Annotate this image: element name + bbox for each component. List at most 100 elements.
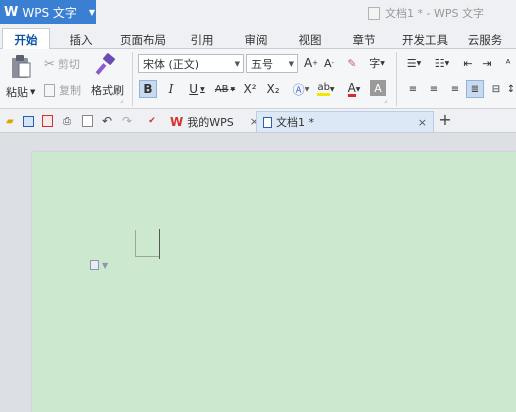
scissors-icon: ✂ bbox=[44, 56, 55, 72]
undo-icon[interactable]: ↶ bbox=[100, 114, 114, 128]
text-direction-button[interactable]: ᴬ bbox=[499, 54, 516, 72]
underline-button[interactable]: U ▼ bbox=[184, 80, 210, 98]
document-icon bbox=[368, 6, 380, 20]
doc-tab-label: 我的WPS bbox=[187, 115, 234, 129]
grow-font-icon: A bbox=[303, 56, 313, 70]
decrease-indent-button[interactable]: ⇤ bbox=[459, 54, 477, 72]
pinyin-icon: 字 bbox=[369, 57, 381, 70]
shrink-font-button[interactable]: A- bbox=[320, 54, 338, 72]
close-icon[interactable]: × bbox=[418, 116, 427, 129]
distributed-icon: ⊟ bbox=[491, 83, 501, 95]
align-left-button[interactable]: ≡ bbox=[404, 80, 422, 98]
text-cursor bbox=[159, 229, 160, 259]
dialog-launcher-icon[interactable]: ⌟ bbox=[120, 97, 123, 104]
chevron-down-icon: ▼ bbox=[88, 7, 96, 17]
font-size-select[interactable]: 五号 ▼ bbox=[246, 54, 298, 73]
subscript-button[interactable]: X₂ bbox=[263, 80, 283, 98]
increase-indent-button[interactable]: ⇥ bbox=[478, 54, 496, 72]
quick-access-bar: ▰ ⎙ ↶ ↷ ✔ W 我的WPS × 文档1 * × + bbox=[0, 109, 516, 133]
cut-button[interactable]: ✂ 剪切 bbox=[44, 56, 80, 72]
format-painter-label: 格式刷 bbox=[91, 84, 124, 97]
margin-mark-horizontal bbox=[135, 256, 159, 257]
char-shading-button[interactable]: A bbox=[370, 80, 386, 96]
tab-references[interactable]: 引用 bbox=[180, 30, 224, 49]
text-effect-icon: Ⓐ bbox=[292, 82, 305, 97]
align-center-icon: ≡ bbox=[429, 83, 439, 95]
font-name-value: 宋体 (正文) bbox=[143, 57, 200, 71]
wps-logo-icon: W bbox=[4, 4, 19, 20]
justify-icon: ≣ bbox=[470, 83, 480, 95]
paste-icon[interactable] bbox=[8, 53, 34, 81]
format-painter-icon[interactable] bbox=[94, 53, 118, 77]
document-workspace: ▼ bbox=[0, 134, 516, 412]
tab-home[interactable]: 开始 bbox=[2, 28, 50, 50]
doc-tab-mywps[interactable]: W 我的WPS × bbox=[164, 111, 265, 132]
pinyin-button[interactable]: 字 ▼ bbox=[364, 54, 390, 72]
font-color-icon: A bbox=[347, 80, 356, 97]
tab-cloud[interactable]: 云服务 bbox=[460, 30, 510, 49]
paste-label: 粘贴 bbox=[6, 86, 28, 99]
export-pdf-icon[interactable] bbox=[40, 114, 54, 128]
italic-button[interactable]: I bbox=[162, 80, 180, 98]
print-preview-icon[interactable] bbox=[80, 114, 94, 128]
font-name-select[interactable]: 宋体 (正文) ▼ bbox=[138, 54, 244, 73]
document-page[interactable]: ▼ bbox=[32, 152, 516, 412]
copy-button[interactable]: 复制 bbox=[44, 82, 81, 98]
shrink-font-icon: A bbox=[323, 56, 332, 70]
chevron-down-icon: ▼ bbox=[288, 59, 294, 68]
superscript-button[interactable]: X² bbox=[240, 80, 260, 98]
ribbon-tabs: 开始 插入 页面布局 引用 审阅 视图 章节 开发工具 云服务 bbox=[0, 26, 516, 50]
tab-review[interactable]: 审阅 bbox=[234, 30, 278, 49]
title-bar: W WPS 文字 ▼ 文档1 * - WPS 文字 bbox=[0, 0, 516, 26]
line-spacing-button[interactable]: ↕ bbox=[506, 80, 516, 98]
clear-format-button[interactable]: ✎ bbox=[343, 54, 361, 72]
customize-qat-icon[interactable]: ✔ bbox=[145, 114, 159, 128]
save-icon[interactable] bbox=[21, 114, 35, 128]
bullet-list-button[interactable]: ☰ ▼ bbox=[401, 54, 427, 72]
copy-label: 复制 bbox=[59, 84, 81, 97]
align-right-button[interactable]: ≡ bbox=[446, 80, 464, 98]
underline-icon: U bbox=[189, 82, 199, 96]
font-size-value: 五号 bbox=[251, 57, 273, 71]
justify-button[interactable]: ≣ bbox=[466, 80, 484, 98]
highlight-button[interactable]: ab ▼ bbox=[314, 80, 338, 98]
divider bbox=[396, 52, 397, 106]
align-center-button[interactable]: ≡ bbox=[425, 80, 443, 98]
chevron-down-icon: ▼ bbox=[234, 59, 240, 68]
tab-view[interactable]: 视图 bbox=[288, 30, 332, 49]
distributed-button[interactable]: ⊟ bbox=[487, 80, 505, 98]
text-effect-button[interactable]: Ⓐ ▼ bbox=[289, 80, 313, 98]
new-tab-button[interactable]: + bbox=[438, 110, 452, 129]
bullet-list-icon: ☰ bbox=[406, 56, 417, 70]
strikethrough-button[interactable]: AB ▼ bbox=[212, 80, 238, 98]
tab-insert[interactable]: 插入 bbox=[56, 30, 106, 49]
paste-button[interactable]: 粘贴 ▼ bbox=[6, 84, 35, 100]
copy-icon bbox=[44, 83, 55, 97]
highlighter-icon: ab bbox=[317, 82, 330, 96]
bold-button[interactable]: B bbox=[139, 80, 157, 98]
font-color-button[interactable]: A ▼ bbox=[342, 80, 366, 98]
tab-section[interactable]: 章节 bbox=[342, 30, 386, 49]
align-left-icon: ≡ bbox=[408, 83, 418, 95]
tab-page-layout[interactable]: 页面布局 bbox=[112, 30, 174, 49]
redo-icon[interactable]: ↷ bbox=[120, 114, 134, 128]
grow-font-button[interactable]: A + bbox=[302, 54, 320, 72]
ribbon-home: 粘贴 ▼ ✂ 剪切 复制 格式刷 ⌟ 宋体 (正文) ▼ 五号 ▼ A + A- ✎ 字 ▼… bbox=[0, 49, 516, 109]
dialog-launcher-icon[interactable]: ⌟ bbox=[384, 97, 387, 104]
numbered-list-icon: ☷ bbox=[434, 56, 445, 70]
numbered-list-button[interactable]: ☷ ▼ bbox=[429, 54, 455, 72]
print-icon[interactable]: ⎙ bbox=[60, 114, 74, 128]
format-painter-button[interactable]: 格式刷 bbox=[91, 82, 124, 98]
window-title: 文档1 * - WPS 文字 bbox=[368, 5, 484, 21]
line-spacing-icon: ↕ bbox=[506, 83, 516, 95]
paste-options-icon[interactable]: ▼ bbox=[90, 260, 108, 270]
strikethrough-icon: AB bbox=[214, 83, 229, 95]
cut-label: 剪切 bbox=[57, 58, 80, 71]
tab-developer[interactable]: 开发工具 bbox=[396, 30, 454, 49]
open-folder-icon[interactable]: ▰ bbox=[3, 114, 17, 128]
doc-tab-document1[interactable]: 文档1 * × bbox=[256, 111, 434, 132]
app-menu-button[interactable]: W WPS 文字 ▼ bbox=[0, 0, 96, 24]
align-right-icon: ≡ bbox=[450, 83, 460, 95]
app-name: WPS 文字 bbox=[22, 5, 77, 20]
eraser-icon: ✎ bbox=[347, 56, 357, 70]
